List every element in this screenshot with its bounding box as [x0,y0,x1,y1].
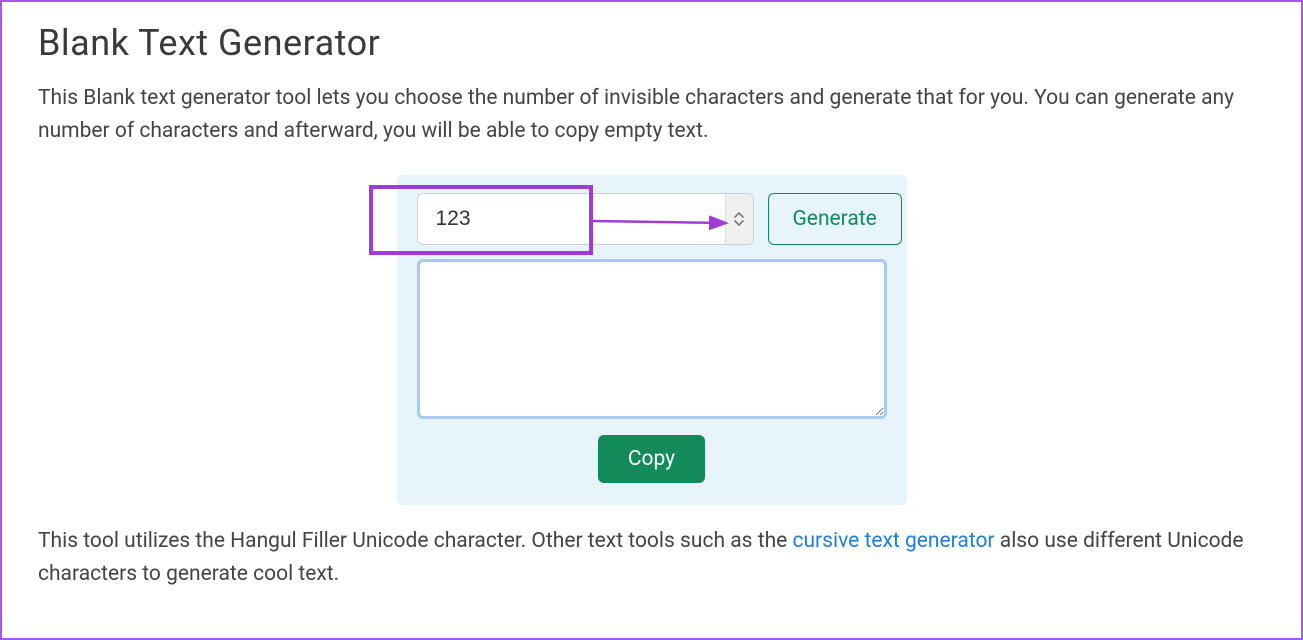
footer-before-link: This tool utilizes the Hangul Filler Uni… [38,529,792,553]
number-input-wrapper [417,193,754,245]
character-count-input[interactable] [418,194,725,244]
chevron-up-down-icon [733,209,745,229]
copy-button[interactable]: Copy [598,435,705,483]
page-title: Blank Text Generator [38,22,1265,64]
footer-text: This tool utilizes the Hangul Filler Uni… [38,525,1265,590]
number-stepper[interactable] [725,194,753,244]
generate-button[interactable]: Generate [768,193,902,245]
description-text: This Blank text generator tool lets you … [38,82,1265,147]
cursive-generator-link[interactable]: cursive text generator [792,529,994,553]
generator-panel: Generate Copy [397,175,907,505]
output-textarea[interactable] [417,259,887,419]
